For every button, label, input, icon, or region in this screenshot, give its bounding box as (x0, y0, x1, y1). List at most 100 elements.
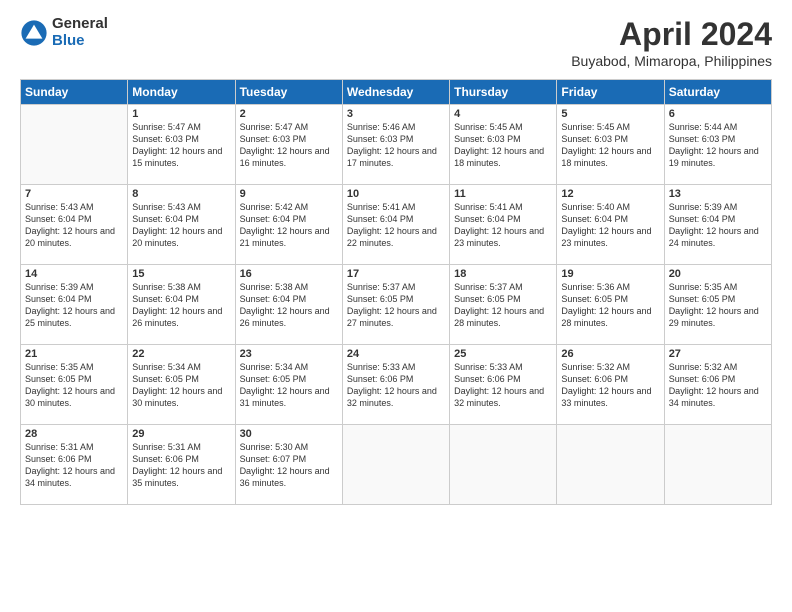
sunrise-text: Sunrise: 5:37 AM (347, 281, 445, 293)
sunrise-text: Sunrise: 5:34 AM (132, 361, 230, 373)
daylight-text: Daylight: 12 hours and 16 minutes. (240, 145, 338, 169)
calendar-cell: 30Sunrise: 5:30 AMSunset: 6:07 PMDayligh… (235, 425, 342, 505)
day-number: 11 (454, 188, 552, 200)
daylight-text: Daylight: 12 hours and 23 minutes. (454, 225, 552, 249)
daylight-text: Daylight: 12 hours and 20 minutes. (132, 225, 230, 249)
daylight-text: Daylight: 12 hours and 19 minutes. (669, 145, 767, 169)
logo-text: General Blue (52, 16, 108, 49)
col-saturday: Saturday (664, 80, 771, 105)
calendar-cell: 7Sunrise: 5:43 AMSunset: 6:04 PMDaylight… (21, 185, 128, 265)
calendar-cell: 25Sunrise: 5:33 AMSunset: 6:06 PMDayligh… (450, 345, 557, 425)
daylight-text: Daylight: 12 hours and 32 minutes. (347, 385, 445, 409)
day-info: Sunrise: 5:41 AMSunset: 6:04 PMDaylight:… (347, 201, 445, 250)
day-number: 18 (454, 268, 552, 280)
sunset-text: Sunset: 6:04 PM (240, 293, 338, 305)
calendar-cell: 14Sunrise: 5:39 AMSunset: 6:04 PMDayligh… (21, 265, 128, 345)
day-info: Sunrise: 5:35 AMSunset: 6:05 PMDaylight:… (669, 281, 767, 330)
day-number: 23 (240, 348, 338, 360)
logo: General Blue (20, 16, 108, 49)
sunset-text: Sunset: 6:05 PM (669, 293, 767, 305)
calendar-cell: 13Sunrise: 5:39 AMSunset: 6:04 PMDayligh… (664, 185, 771, 265)
daylight-text: Daylight: 12 hours and 26 minutes. (132, 305, 230, 329)
calendar-cell: 2Sunrise: 5:47 AMSunset: 6:03 PMDaylight… (235, 105, 342, 185)
sunrise-text: Sunrise: 5:36 AM (561, 281, 659, 293)
daylight-text: Daylight: 12 hours and 24 minutes. (669, 225, 767, 249)
sunrise-text: Sunrise: 5:41 AM (454, 201, 552, 213)
day-info: Sunrise: 5:34 AMSunset: 6:05 PMDaylight:… (132, 361, 230, 410)
day-number: 29 (132, 428, 230, 440)
daylight-text: Daylight: 12 hours and 36 minutes. (240, 465, 338, 489)
daylight-text: Daylight: 12 hours and 18 minutes. (454, 145, 552, 169)
sunrise-text: Sunrise: 5:35 AM (25, 361, 123, 373)
calendar-cell: 5Sunrise: 5:45 AMSunset: 6:03 PMDaylight… (557, 105, 664, 185)
sunset-text: Sunset: 6:03 PM (561, 133, 659, 145)
col-friday: Friday (557, 80, 664, 105)
day-number: 25 (454, 348, 552, 360)
calendar-cell: 1Sunrise: 5:47 AMSunset: 6:03 PMDaylight… (128, 105, 235, 185)
day-number: 4 (454, 108, 552, 120)
calendar-cell (21, 105, 128, 185)
day-info: Sunrise: 5:44 AMSunset: 6:03 PMDaylight:… (669, 121, 767, 170)
col-monday: Monday (128, 80, 235, 105)
calendar-cell: 4Sunrise: 5:45 AMSunset: 6:03 PMDaylight… (450, 105, 557, 185)
sunset-text: Sunset: 6:06 PM (132, 453, 230, 465)
day-info: Sunrise: 5:40 AMSunset: 6:04 PMDaylight:… (561, 201, 659, 250)
daylight-text: Daylight: 12 hours and 21 minutes. (240, 225, 338, 249)
daylight-text: Daylight: 12 hours and 34 minutes. (669, 385, 767, 409)
calendar-cell: 21Sunrise: 5:35 AMSunset: 6:05 PMDayligh… (21, 345, 128, 425)
calendar-cell: 26Sunrise: 5:32 AMSunset: 6:06 PMDayligh… (557, 345, 664, 425)
calendar-cell: 15Sunrise: 5:38 AMSunset: 6:04 PMDayligh… (128, 265, 235, 345)
sunrise-text: Sunrise: 5:38 AM (240, 281, 338, 293)
daylight-text: Daylight: 12 hours and 30 minutes. (132, 385, 230, 409)
sunset-text: Sunset: 6:06 PM (669, 373, 767, 385)
sunrise-text: Sunrise: 5:47 AM (132, 121, 230, 133)
day-info: Sunrise: 5:31 AMSunset: 6:06 PMDaylight:… (132, 441, 230, 490)
day-info: Sunrise: 5:42 AMSunset: 6:04 PMDaylight:… (240, 201, 338, 250)
day-number: 27 (669, 348, 767, 360)
day-number: 24 (347, 348, 445, 360)
day-info: Sunrise: 5:33 AMSunset: 6:06 PMDaylight:… (347, 361, 445, 410)
daylight-text: Daylight: 12 hours and 35 minutes. (132, 465, 230, 489)
sunrise-text: Sunrise: 5:41 AM (347, 201, 445, 213)
day-number: 12 (561, 188, 659, 200)
day-number: 13 (669, 188, 767, 200)
daylight-text: Daylight: 12 hours and 26 minutes. (240, 305, 338, 329)
sunrise-text: Sunrise: 5:40 AM (561, 201, 659, 213)
sunset-text: Sunset: 6:03 PM (669, 133, 767, 145)
calendar-cell: 9Sunrise: 5:42 AMSunset: 6:04 PMDaylight… (235, 185, 342, 265)
sunrise-text: Sunrise: 5:34 AM (240, 361, 338, 373)
daylight-text: Daylight: 12 hours and 22 minutes. (347, 225, 445, 249)
page: General Blue April 2024 Buyabod, Mimarop… (0, 0, 792, 612)
calendar-cell (664, 425, 771, 505)
day-info: Sunrise: 5:38 AMSunset: 6:04 PMDaylight:… (240, 281, 338, 330)
sunset-text: Sunset: 6:06 PM (347, 373, 445, 385)
sunset-text: Sunset: 6:04 PM (240, 213, 338, 225)
logo-icon (20, 19, 48, 47)
day-info: Sunrise: 5:30 AMSunset: 6:07 PMDaylight:… (240, 441, 338, 490)
day-info: Sunrise: 5:33 AMSunset: 6:06 PMDaylight:… (454, 361, 552, 410)
sunset-text: Sunset: 6:04 PM (454, 213, 552, 225)
day-number: 5 (561, 108, 659, 120)
sunset-text: Sunset: 6:04 PM (561, 213, 659, 225)
month-title: April 2024 (571, 16, 772, 53)
header: General Blue April 2024 Buyabod, Mimarop… (20, 16, 772, 69)
calendar-body: 1Sunrise: 5:47 AMSunset: 6:03 PMDaylight… (21, 105, 772, 505)
day-number: 22 (132, 348, 230, 360)
daylight-text: Daylight: 12 hours and 31 minutes. (240, 385, 338, 409)
daylight-text: Daylight: 12 hours and 15 minutes. (132, 145, 230, 169)
day-info: Sunrise: 5:43 AMSunset: 6:04 PMDaylight:… (132, 201, 230, 250)
daylight-text: Daylight: 12 hours and 32 minutes. (454, 385, 552, 409)
daylight-text: Daylight: 12 hours and 30 minutes. (25, 385, 123, 409)
day-info: Sunrise: 5:36 AMSunset: 6:05 PMDaylight:… (561, 281, 659, 330)
calendar-cell: 8Sunrise: 5:43 AMSunset: 6:04 PMDaylight… (128, 185, 235, 265)
day-info: Sunrise: 5:39 AMSunset: 6:04 PMDaylight:… (25, 281, 123, 330)
logo-general: General (52, 16, 108, 33)
day-info: Sunrise: 5:35 AMSunset: 6:05 PMDaylight:… (25, 361, 123, 410)
sunrise-text: Sunrise: 5:31 AM (25, 441, 123, 453)
day-info: Sunrise: 5:46 AMSunset: 6:03 PMDaylight:… (347, 121, 445, 170)
sunrise-text: Sunrise: 5:30 AM (240, 441, 338, 453)
sunrise-text: Sunrise: 5:45 AM (561, 121, 659, 133)
sunrise-text: Sunrise: 5:43 AM (132, 201, 230, 213)
daylight-text: Daylight: 12 hours and 18 minutes. (561, 145, 659, 169)
calendar-week-3: 21Sunrise: 5:35 AMSunset: 6:05 PMDayligh… (21, 345, 772, 425)
